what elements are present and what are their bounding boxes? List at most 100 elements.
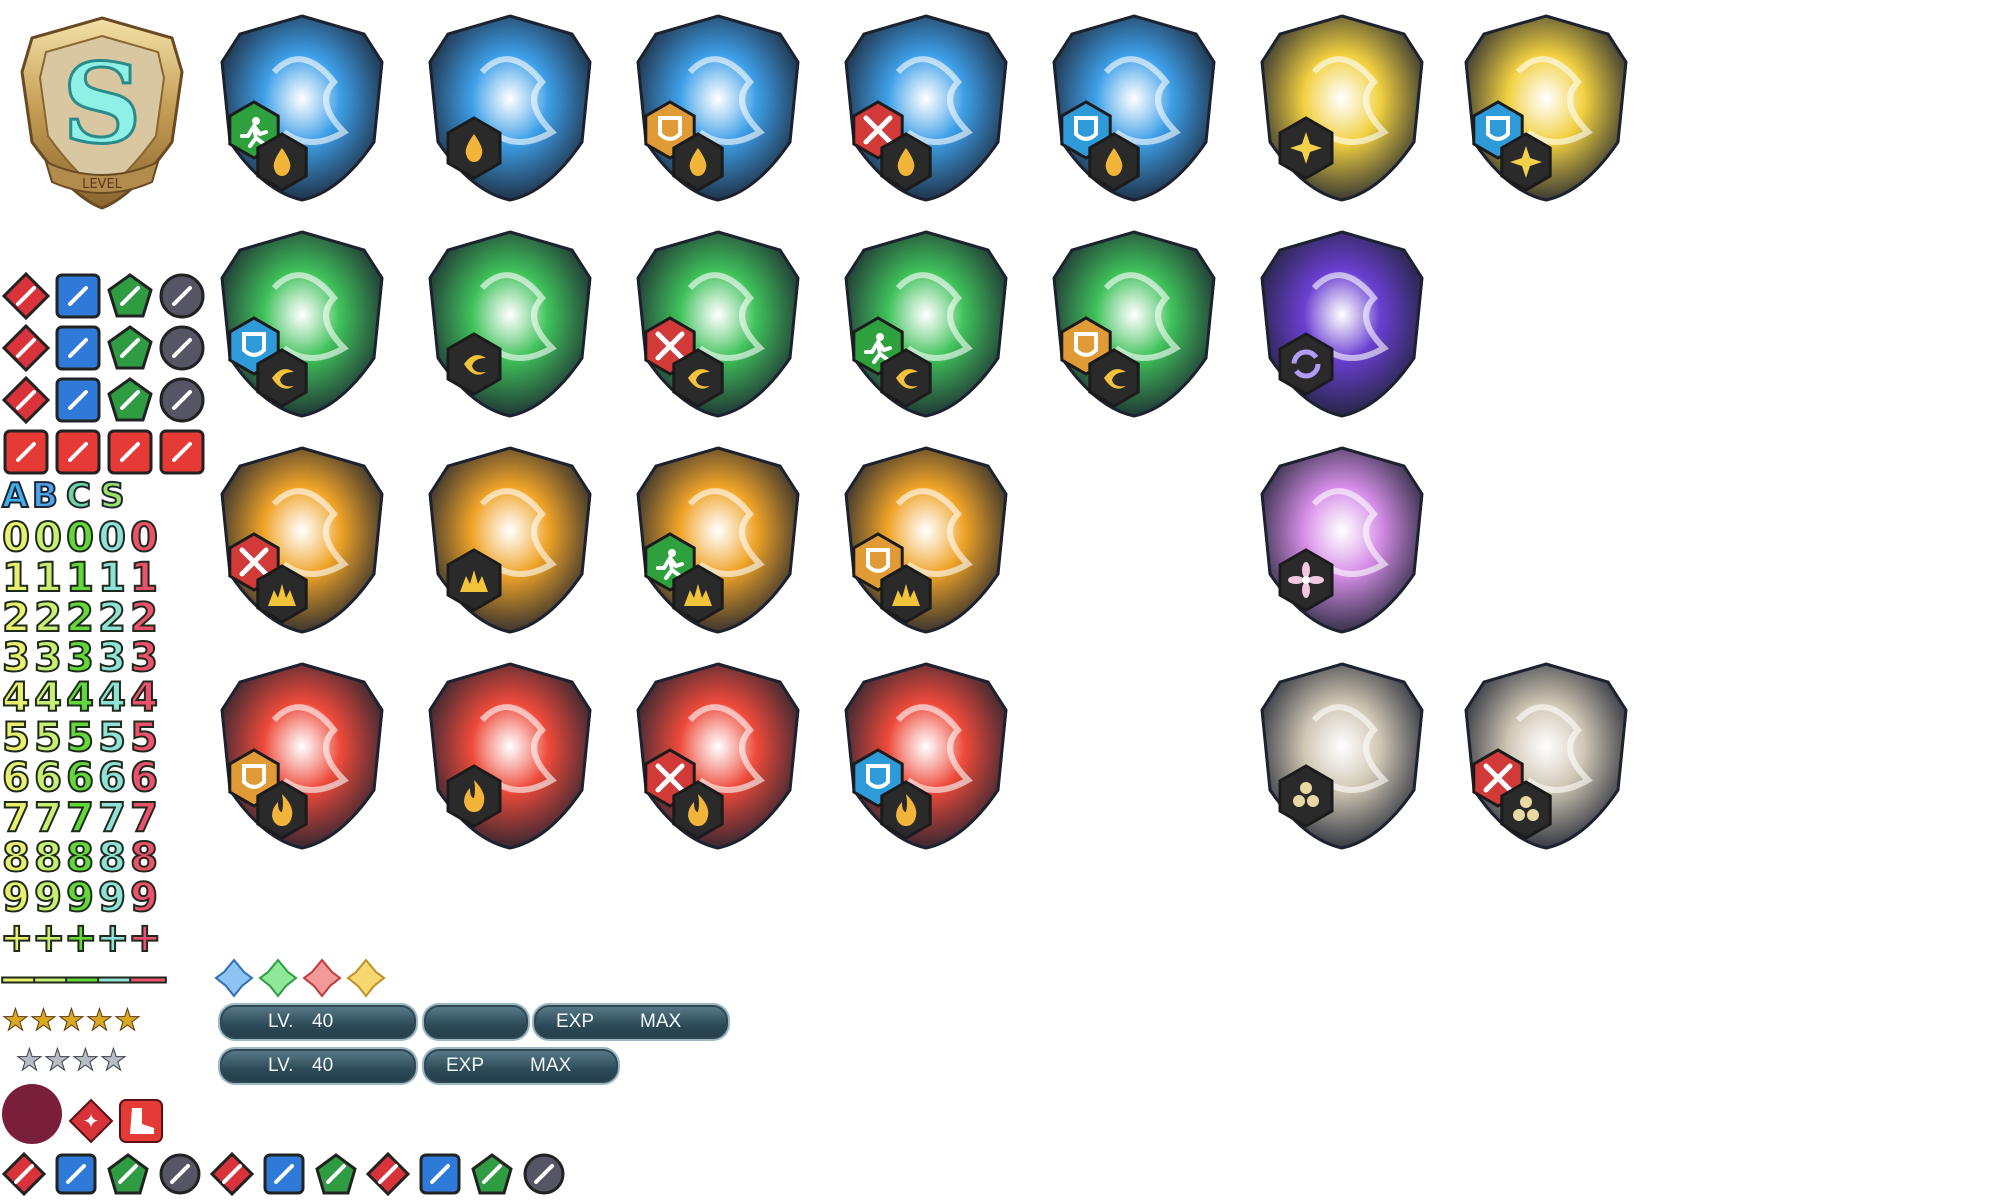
digit-glyph: 4 — [65, 675, 95, 721]
digit-glyph: 8 — [97, 835, 127, 881]
digit-glyph: 4 — [33, 675, 63, 721]
rank-letter-c: C — [65, 476, 92, 516]
green-breath-icon — [106, 376, 154, 424]
digit-glyph: 5 — [65, 715, 95, 761]
wind-crest — [422, 228, 598, 418]
lance-icon — [54, 272, 102, 320]
green-beast-icon — [470, 1152, 514, 1196]
water-crest — [630, 12, 806, 202]
green-bow-icon — [106, 1152, 150, 1196]
silver-star-icon: ★ — [16, 1043, 44, 1078]
earth-icon — [672, 564, 724, 624]
bow-icon — [158, 272, 206, 320]
fire-icon — [446, 764, 502, 828]
rank-letter-b: B — [31, 476, 59, 516]
silver-star-icon: ★ — [44, 1043, 72, 1078]
digit-glyph: 3 — [65, 635, 95, 681]
digit-glyph: 7 — [33, 795, 63, 841]
fire-crest — [422, 660, 598, 850]
wind-crest — [630, 228, 806, 418]
wind-icon — [880, 348, 932, 408]
water-crest — [1046, 12, 1222, 202]
digit-glyph: — — [127, 955, 169, 1001]
light-crest — [1458, 12, 1634, 202]
staff-icon — [158, 376, 206, 424]
earth-crest — [422, 444, 598, 634]
blue-crystal-icon — [214, 958, 254, 998]
water-icon — [256, 132, 308, 192]
cavalry-icon — [106, 428, 154, 476]
wind-icon — [1088, 348, 1140, 408]
digit-glyph: 6 — [65, 755, 95, 801]
earth-icon — [880, 564, 932, 624]
exp-label: EXP — [446, 1055, 485, 1076]
digit-glyph: 9 — [1, 875, 31, 921]
digit-glyph: 1 — [33, 555, 63, 601]
digit-glyph: 1 — [65, 555, 95, 601]
lv-value: 40 — [312, 1055, 334, 1076]
digit-glyph: 3 — [97, 635, 127, 681]
silver-star-icon: ★ — [100, 1043, 128, 1078]
digit-glyph: 3 — [129, 635, 159, 681]
digit-glyph: + — [127, 915, 163, 961]
colorless-bow-icon — [158, 1152, 202, 1196]
earth-crest — [214, 444, 390, 634]
digit-glyph: + — [63, 915, 99, 961]
blue-breath-icon — [54, 376, 102, 424]
red-crystal-icon — [302, 958, 342, 998]
lv-value: 40 — [312, 1011, 334, 1032]
exp-label: EXP — [556, 1011, 595, 1032]
digit-glyph: 6 — [33, 755, 63, 801]
digit-glyph: + — [0, 915, 35, 961]
earth-crest — [838, 444, 1014, 634]
digit-glyph: + — [95, 915, 131, 961]
silver-star-icon: ★ — [72, 1043, 100, 1078]
digit-glyph: 9 — [97, 875, 127, 921]
digit-glyph: 4 — [1, 675, 31, 721]
infantry-icon — [2, 428, 50, 476]
red-breath-icon — [2, 376, 50, 424]
green-dagger-icon — [314, 1152, 358, 1196]
digit-glyph: 9 — [129, 875, 159, 921]
fire-crest — [630, 660, 806, 850]
wind-icon — [256, 348, 308, 408]
digit-glyph: 4 — [97, 675, 127, 721]
fire-icon — [880, 780, 932, 840]
digit-glyph: 5 — [33, 715, 63, 761]
fire-crest — [214, 660, 390, 850]
digit-glyph: 7 — [65, 795, 95, 841]
lv-label: LV. — [268, 1011, 294, 1032]
gold-star-icon: ★ — [114, 1003, 142, 1038]
digit-glyph: — — [0, 955, 41, 1001]
level-bar-segment: LV. 40 — [218, 1047, 418, 1085]
dark-crest — [1254, 228, 1430, 418]
gold-crystal-icon — [346, 958, 386, 998]
exp-bar-segment: EXP MAX — [422, 1047, 620, 1085]
earth-icon — [256, 564, 308, 624]
digit-glyph: 3 — [33, 635, 63, 681]
maroon-circle-icon — [0, 1082, 64, 1146]
digit-glyph: 5 — [129, 715, 159, 761]
fire-crest — [838, 660, 1014, 850]
blue-tome-icon — [54, 324, 102, 372]
svg-text:✦: ✦ — [83, 1109, 100, 1133]
dark-icon — [1278, 332, 1334, 396]
axe-icon — [106, 272, 154, 320]
digit-glyph: 5 — [1, 715, 31, 761]
armored-icon — [54, 428, 102, 476]
exp-bar-segment: EXP MAX — [532, 1003, 730, 1041]
anima-icon — [1278, 764, 1334, 828]
water-icon — [446, 116, 502, 180]
water-icon — [1088, 132, 1140, 192]
light-crest — [1254, 12, 1430, 202]
anima-icon — [1500, 780, 1552, 840]
gold-star-icon: ★ — [58, 1003, 86, 1038]
exp-gauge-empty — [422, 1003, 530, 1041]
rank-letter-s: S — [99, 476, 125, 516]
digit-glyph: 2 — [129, 595, 159, 641]
earth-crest — [630, 444, 806, 634]
rank-letter-a: A — [1, 476, 29, 516]
level-badge-letter: S — [62, 39, 141, 168]
digit-glyph: 6 — [129, 755, 159, 801]
digit-glyph: 7 — [129, 795, 159, 841]
